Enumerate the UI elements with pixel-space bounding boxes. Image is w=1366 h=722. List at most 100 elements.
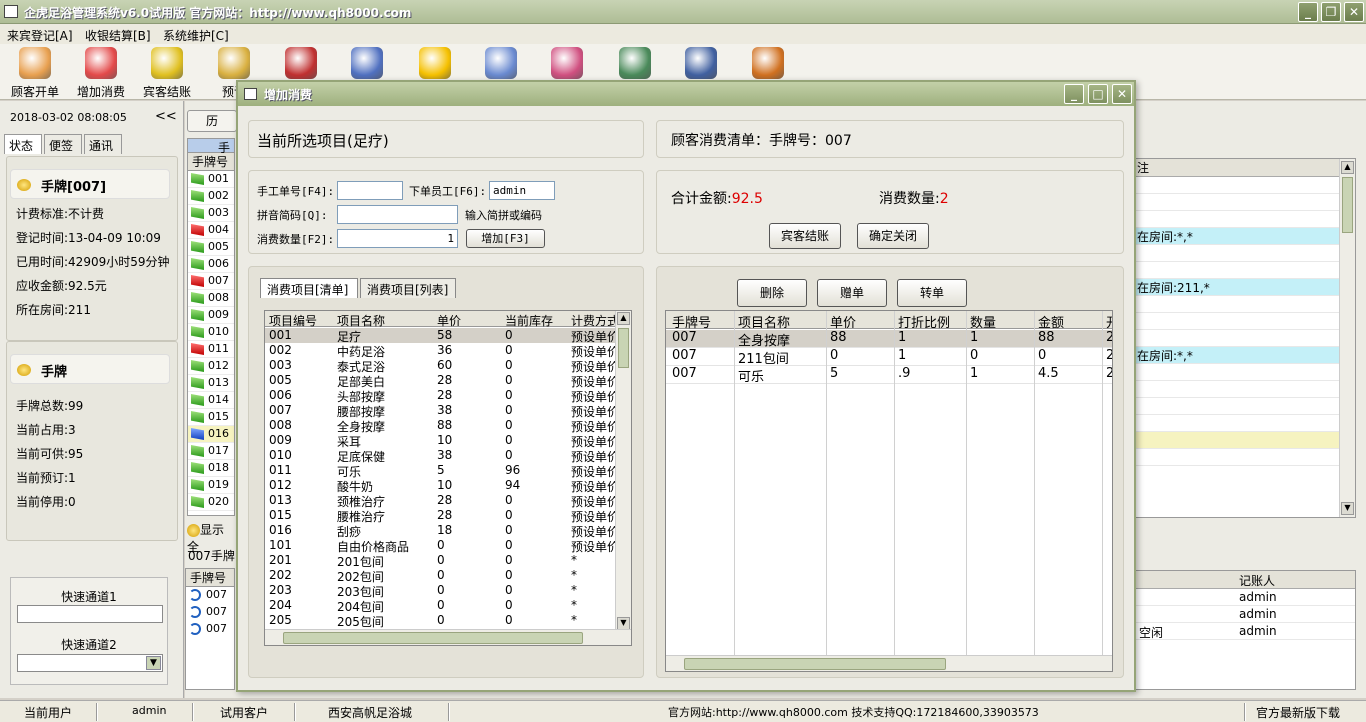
item-col-header[interactable]: 计费方式	[571, 312, 621, 329]
bill-col-header[interactable]: 开	[1106, 312, 1112, 331]
remark-row[interactable]: 在房间:*,*	[1135, 347, 1355, 364]
remark-row[interactable]: 在房间:211,*	[1135, 279, 1355, 296]
bill-col-header[interactable]: 金额	[1038, 312, 1064, 331]
item-row[interactable]: 202 202包间 0 0 *	[265, 568, 617, 584]
item-row[interactable]: 203 203包间 0 0 *	[265, 583, 617, 599]
quick-channel-2-select[interactable]: ▼	[17, 654, 163, 672]
tab-status[interactable]: 状态	[4, 134, 42, 154]
item-row[interactable]: 002 中药足浴 36 0 预设单价	[265, 343, 619, 359]
item-row[interactable]: 013 颈椎治疗 28 0 预设单价	[265, 493, 619, 509]
remark-row[interactable]	[1135, 177, 1355, 194]
item-row[interactable]: 205 205包间 0 0 *	[265, 613, 617, 629]
item-col-header[interactable]: 项目编号	[269, 312, 335, 329]
quick-channel-1-input[interactable]	[17, 605, 163, 623]
checkout-button[interactable]: 宾客结账	[769, 223, 841, 249]
tab-contact[interactable]: 通讯	[84, 134, 122, 154]
hand-row[interactable]: 003	[188, 205, 234, 222]
item-row[interactable]: 008 全身按摩 88 0 预设单价	[265, 418, 619, 434]
close-button[interactable]: ✕	[1344, 2, 1364, 22]
hand-row[interactable]: 004	[188, 222, 234, 239]
remark-row[interactable]: 在房间:*,*	[1135, 228, 1355, 245]
hand-row[interactable]: 020	[188, 494, 234, 511]
toolbar-button-3[interactable]: 宾客结账	[134, 47, 200, 99]
hand-row[interactable]: 005	[188, 239, 234, 256]
remark-row[interactable]	[1135, 432, 1355, 449]
remark-row[interactable]	[1135, 194, 1355, 211]
item-col-header[interactable]: 单价	[437, 312, 503, 329]
hand-row[interactable]: 006	[188, 256, 234, 273]
hand-row[interactable]: 018	[188, 460, 234, 477]
scroll-up-icon[interactable]: ▲	[617, 312, 630, 325]
menu-guest-register[interactable]: 来宾登记[A]	[7, 27, 73, 44]
remark-row[interactable]	[1135, 245, 1355, 262]
hand-row[interactable]: 015	[188, 409, 234, 426]
menu-system[interactable]: 系统维护[C]	[163, 27, 229, 44]
item-row[interactable]: 011 可乐 5 96 预设单价	[265, 463, 619, 479]
staff-input[interactable]: admin	[489, 181, 555, 200]
hand-row[interactable]: 013	[188, 375, 234, 392]
hand-row[interactable]: 010	[188, 324, 234, 341]
show-all-toggle[interactable]: 显示全	[187, 521, 235, 554]
remark-row[interactable]	[1135, 262, 1355, 279]
qty-input[interactable]: 1	[337, 229, 458, 248]
minimize-button[interactable]: _	[1298, 2, 1318, 22]
hand-row[interactable]: 016	[188, 426, 234, 443]
remark-row[interactable]	[1135, 211, 1355, 228]
hand-row[interactable]: 001	[188, 171, 234, 188]
item-grid-hscroll[interactable]	[265, 629, 631, 645]
hand-row[interactable]: 008	[188, 290, 234, 307]
bill-col-header[interactable]: 数量	[970, 312, 996, 331]
item-row[interactable]: 016 刮痧 18 0 预设单价	[265, 523, 619, 539]
menu-cashier[interactable]: 收银结算[B]	[85, 27, 151, 44]
toolbar-button-1[interactable]: 顾客开单	[2, 47, 68, 99]
collapse-panel-button[interactable]: <<	[155, 109, 177, 124]
scroll-thumb[interactable]	[283, 632, 583, 644]
hand-row[interactable]: 011	[188, 341, 234, 358]
bill-col-header[interactable]: 单价	[830, 312, 856, 331]
restore-button[interactable]: ❐	[1321, 2, 1341, 22]
hand-row[interactable]: 019	[188, 477, 234, 494]
manual-no-input[interactable]	[337, 181, 403, 200]
item-row[interactable]: 005 足部美白 28 0 预设单价	[265, 373, 619, 389]
item-row[interactable]: 003 泰式足浴 60 0 预设单价	[265, 358, 619, 374]
toolbar-button-2[interactable]: 增加消费	[68, 47, 134, 99]
scroll-thumb[interactable]	[1342, 177, 1353, 233]
remark-row[interactable]	[1135, 364, 1355, 381]
item-row[interactable]: 010 足底保健 38 0 预设单价	[265, 448, 619, 464]
remark-row[interactable]	[1135, 415, 1355, 432]
log-row[interactable]: 007	[186, 587, 234, 604]
log-row[interactable]: 007	[186, 621, 234, 638]
item-row[interactable]: 015 腰椎治疗 28 0 预设单价	[265, 508, 619, 524]
pinyin-input[interactable]	[337, 205, 458, 224]
bill-col-header[interactable]: 手牌号	[672, 312, 711, 331]
item-col-header[interactable]: 当前库存	[505, 312, 569, 329]
dialog-close-button[interactable]: ✕	[1112, 84, 1132, 104]
tab-notes[interactable]: 便签	[44, 134, 82, 154]
delete-button[interactable]: 删除	[737, 279, 807, 307]
scroll-up-icon[interactable]: ▲	[1341, 161, 1354, 174]
scroll-down-icon[interactable]: ▼	[1341, 502, 1354, 515]
item-row[interactable]: 204 204包间 0 0 *	[265, 598, 617, 614]
item-row[interactable]: 007 腰部按摩 38 0 预设单价	[265, 403, 619, 419]
log-row[interactable]: 007	[186, 604, 234, 621]
transfer-button[interactable]: 转单	[897, 279, 967, 307]
remark-row[interactable]	[1135, 330, 1355, 347]
hand-row[interactable]: 017	[188, 443, 234, 460]
add-item-button[interactable]: 增加[F3]	[466, 229, 545, 248]
ledger-row[interactable]: admin	[1135, 589, 1355, 606]
ledger-row[interactable]: admin	[1135, 606, 1355, 623]
remark-grid-scrollbar[interactable]: ▲ ▼	[1339, 159, 1355, 517]
tab-item-list[interactable]: 消费项目[清单]	[260, 278, 358, 298]
remark-row[interactable]	[1135, 449, 1355, 466]
dialog-minimize-button[interactable]: _	[1064, 84, 1084, 104]
item-row[interactable]: 006 头部按摩 28 0 预设单价	[265, 388, 619, 404]
remark-row[interactable]	[1135, 398, 1355, 415]
item-row[interactable]: 101 自由价格商品 0 0 预设单价	[265, 538, 619, 554]
tab-item-table[interactable]: 消费项目[列表]	[360, 278, 456, 298]
status-website[interactable]: 官方网站:http://www.qh8000.com 技术支持QQ:172184…	[668, 704, 1039, 720]
hand-row[interactable]: 012	[188, 358, 234, 375]
hand-row[interactable]: 014	[188, 392, 234, 409]
hand-row[interactable]: 007	[188, 273, 234, 290]
hand-row[interactable]: 009	[188, 307, 234, 324]
item-row[interactable]: 201 201包间 0 0 *	[265, 553, 617, 569]
